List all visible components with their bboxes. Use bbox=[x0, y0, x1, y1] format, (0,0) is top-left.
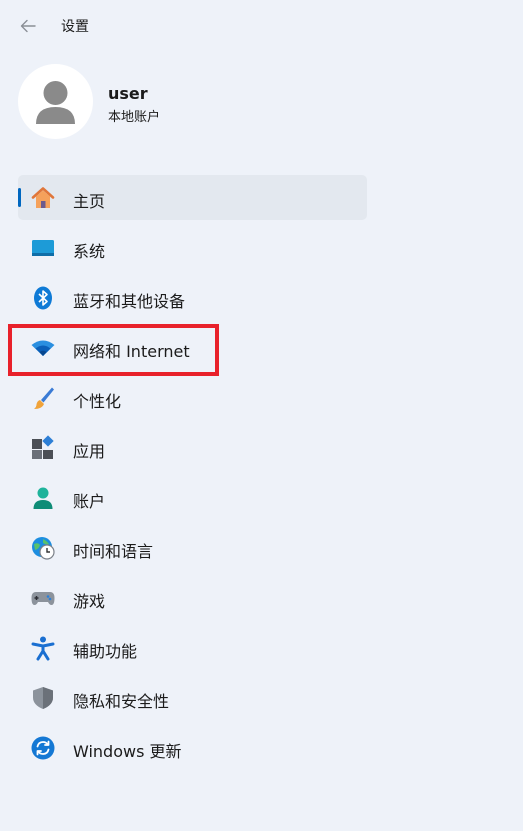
paintbrush-icon bbox=[30, 385, 56, 411]
selection-indicator bbox=[18, 188, 21, 207]
nav-item-home[interactable]: 主页 bbox=[18, 175, 367, 220]
globe-clock-icon bbox=[30, 535, 56, 561]
nav-label: 辅助功能 bbox=[73, 642, 138, 661]
nav-label: 账户 bbox=[73, 492, 106, 511]
nav-label: 蓝牙和其他设备 bbox=[73, 292, 186, 311]
nav-label: 隐私和安全性 bbox=[73, 692, 170, 711]
nav-label: 时间和语言 bbox=[73, 542, 154, 561]
settings-window: 设置 user 本地账户 主页 系统 蓝牙和其他设备 网络和 Internet … bbox=[0, 0, 523, 831]
nav-label: 系统 bbox=[73, 242, 106, 261]
nav-item-gaming[interactable]: 游戏 bbox=[18, 575, 367, 620]
nav-label: 个性化 bbox=[73, 392, 122, 411]
nav-item-personalization[interactable]: 个性化 bbox=[18, 375, 367, 420]
account-icon bbox=[30, 485, 56, 511]
gamepad-icon bbox=[30, 585, 56, 611]
accessibility-icon bbox=[30, 635, 56, 661]
apps-icon bbox=[30, 435, 56, 461]
home-icon bbox=[30, 185, 56, 211]
shield-icon bbox=[30, 685, 56, 711]
nav-label: Windows 更新 bbox=[73, 742, 182, 761]
nav-item-network[interactable]: 网络和 Internet bbox=[18, 325, 367, 370]
avatar bbox=[18, 64, 93, 139]
user-avatar-icon bbox=[36, 81, 75, 124]
nav-label: 主页 bbox=[73, 192, 106, 211]
back-button[interactable] bbox=[14, 12, 42, 40]
account-type: 本地账户 bbox=[108, 110, 161, 125]
system-display-icon bbox=[30, 235, 56, 261]
nav-item-bluetooth[interactable]: 蓝牙和其他设备 bbox=[18, 275, 367, 320]
nav-item-privacy-security[interactable]: 隐私和安全性 bbox=[18, 675, 367, 720]
nav-label: 网络和 Internet bbox=[73, 342, 190, 361]
windows-update-icon bbox=[30, 735, 56, 761]
title-bar: 设置 bbox=[0, 0, 523, 52]
app-title: 设置 bbox=[61, 19, 89, 35]
user-profile[interactable]: user 本地账户 bbox=[18, 64, 318, 140]
nav-item-time-language[interactable]: 时间和语言 bbox=[18, 525, 367, 570]
nav-label: 游戏 bbox=[73, 592, 106, 611]
nav-item-apps[interactable]: 应用 bbox=[18, 425, 367, 470]
bluetooth-icon bbox=[30, 285, 56, 311]
nav-item-windows-update[interactable]: Windows 更新 bbox=[18, 725, 367, 770]
nav-item-accessibility[interactable]: 辅助功能 bbox=[18, 625, 367, 670]
wifi-icon bbox=[30, 335, 56, 361]
user-name: user bbox=[108, 84, 148, 103]
settings-nav: 主页 系统 蓝牙和其他设备 网络和 Internet 个性化 应用 账户 时间和… bbox=[18, 175, 367, 775]
nav-item-accounts[interactable]: 账户 bbox=[18, 475, 367, 520]
back-arrow-icon bbox=[20, 19, 36, 33]
nav-item-system[interactable]: 系统 bbox=[18, 225, 367, 270]
nav-label: 应用 bbox=[73, 442, 106, 461]
